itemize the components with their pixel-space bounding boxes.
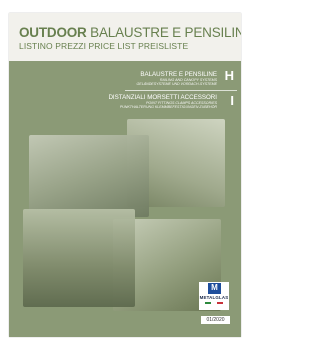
category-title: BALAUSTRE E PENSILINE xyxy=(140,71,217,78)
metalglas-logo: M METALGLAS xyxy=(199,282,229,310)
logo-mark: M xyxy=(211,283,218,292)
italian-flag-icon xyxy=(205,302,223,304)
cover-header: OUTDOOR BALAUSTRE E PENSILINE LISTINO PR… xyxy=(9,13,241,61)
cover-subtitle: LISTINO PREZZI PRICE LIST PREISLISTE xyxy=(19,41,189,51)
logo-name: METALGLAS xyxy=(199,295,229,300)
category-desc: PUNKTHALTERUNG KLEMMBEFESTIGUNGEN ZUBEHÖ… xyxy=(119,105,217,110)
title-bold: OUTDOOR xyxy=(19,25,87,40)
category-h: BALAUSTRE E PENSILINE RAILING AND CANOPY… xyxy=(137,71,217,86)
category-desc: GELÄNDESYSTEME UND VORDACH-SYSTEME xyxy=(136,82,217,87)
cover-title: OUTDOOR BALAUSTRE E PENSILINE xyxy=(19,26,241,40)
category-letter-i: I xyxy=(230,93,234,108)
collage-photo xyxy=(29,135,149,217)
category-letter-h: H xyxy=(224,68,234,83)
title-rest: BALAUSTRE E PENSILINE xyxy=(86,25,241,40)
category-title: DISTANZIALI MORSETTI ACCESSORI xyxy=(108,94,217,101)
page-frame: OUTDOOR BALAUSTRE E PENSILINE LISTINO PR… xyxy=(0,0,250,351)
category-divider xyxy=(125,90,237,91)
category-i: DISTANZIALI MORSETTI ACCESSORI POINT FIT… xyxy=(108,94,217,109)
collage-photo xyxy=(23,209,135,307)
edition-label: 01/2020 xyxy=(201,316,230,324)
